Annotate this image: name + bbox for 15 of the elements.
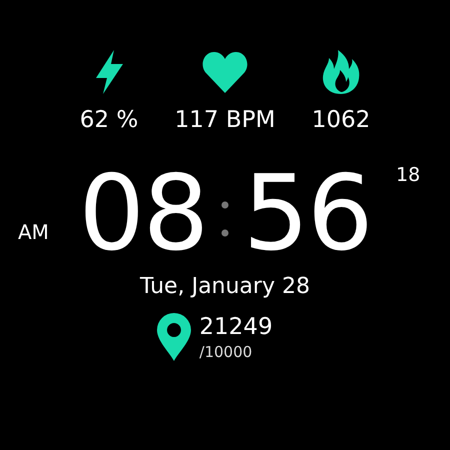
stat-value: 117 BPM xyxy=(174,106,276,134)
hours-text: 08 xyxy=(78,158,207,268)
heart-icon xyxy=(202,50,248,94)
minutes-text: 56 xyxy=(243,158,372,268)
am-pm-label: AM xyxy=(18,220,49,244)
stat-value: 62 % xyxy=(80,106,138,134)
stat-value: 1062 xyxy=(312,106,370,134)
colon-dots xyxy=(221,201,229,237)
flame-icon xyxy=(321,50,361,94)
date-text: Tue, January 28 xyxy=(140,274,310,299)
step-count: 21249 xyxy=(199,313,273,341)
seconds-text: 18 xyxy=(396,164,420,186)
step-goal: /10000 xyxy=(199,343,254,361)
lightning-icon xyxy=(94,50,124,94)
location-pin-icon xyxy=(157,313,192,361)
